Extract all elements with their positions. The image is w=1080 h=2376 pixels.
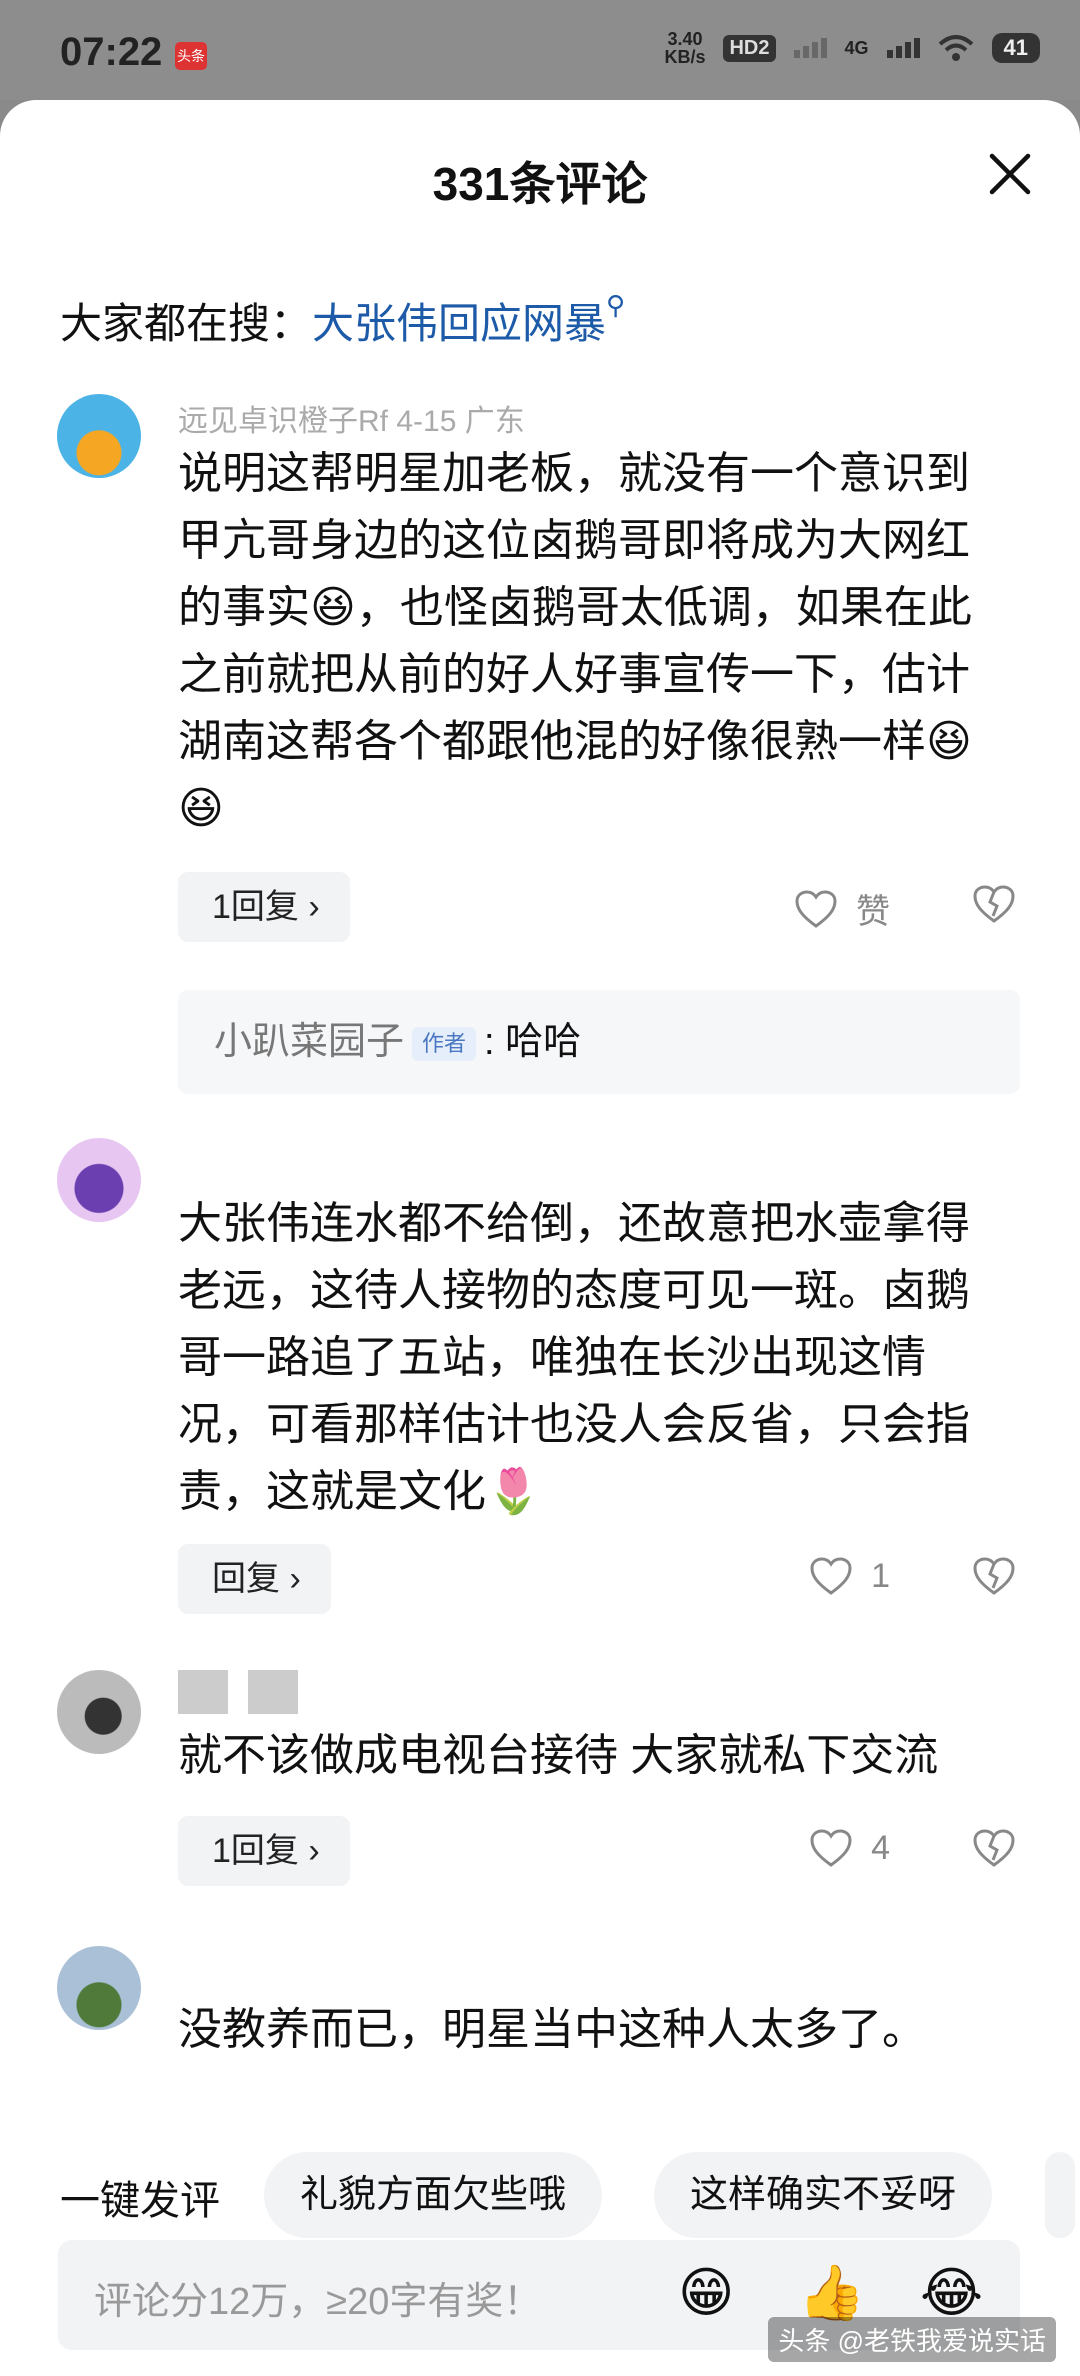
avatar[interactable] [57,1670,141,1754]
blurred-name [178,1670,228,1714]
quick-reply-chip-partial[interactable] [1045,2152,1075,2238]
search-icon: ⚲ [606,290,626,320]
comment-input-placeholder: 评论分12万，≥20字有奖！ [94,2281,542,2323]
like-count: 1 [871,1556,890,1595]
status-time: 07:22 [60,30,163,74]
like-button[interactable]: 赞 [794,884,890,933]
heart-icon [810,1829,852,1867]
app-notification-icon: 头条 [175,42,207,70]
comment-meta[interactable]: 远见卓识橙子Rf 4-15 广东 [178,396,525,440]
quick-reply-chip[interactable]: 这样确实不妥呀 [654,2152,993,2238]
dislike-icon[interactable] [972,884,1016,924]
close-icon[interactable] [986,150,1034,198]
avatar[interactable] [57,1946,141,2030]
dislike-icon[interactable] [972,1556,1016,1596]
like-button[interactable]: 4 [809,1828,890,1868]
laugh-cry-emoji-icon[interactable]: 😂 [920,2266,983,2320]
comments-sheet: 331条评论 大家都在搜：大张伟回应网暴⚲ 远见卓识橙子Rf 4-15 广东 说… [0,100,1080,2376]
like-label: 赞 [856,893,890,931]
heart-icon [810,1557,852,1595]
comment-text: 大张伟连水都不给倒，还故意把水壶拿得老远，这待人接物的态度可见一斑。卤鹅哥一路追… [178,1199,970,1516]
sub-reply[interactable]: 小趴菜园子 作者: 哈哈 [178,990,1020,1094]
comment-meta[interactable] [178,1670,318,1722]
sub-reply-author[interactable]: 小趴菜园子 [214,1021,404,1063]
trending-search-label: 大家都在搜： [60,300,313,347]
like-button[interactable]: 1 [809,1556,890,1596]
hd-icon: HD2 [723,34,776,62]
avatar[interactable] [57,1138,141,1222]
reply-button[interactable]: 回复 › [178,1544,331,1614]
dislike-icon[interactable] [972,1828,1016,1868]
avatar[interactable] [57,394,141,478]
reply-button[interactable]: 1回复 › [178,872,350,942]
blurred-name [248,1670,298,1714]
quick-reply-bar: 一键发评 礼貌方面欠些哦 这样确实不妥呀 [0,2140,1080,2250]
network-type: 4G [844,37,869,58]
watermark: 头条 @老铁我爱说实话 [768,2317,1056,2362]
comment-text: 就不该做成电视台接待 大家就私下交流 [178,1731,939,1780]
status-bar: 07:22 头条 3.40 KB/s HD2 4G 41 [0,0,1080,100]
wifi-icon [938,35,973,61]
like-count: 4 [871,1828,890,1867]
quick-reply-chip[interactable]: 礼貌方面欠些哦 [264,2152,603,2238]
heart-icon [795,889,837,928]
sub-reply-text: : 哈哈 [484,1021,582,1063]
quick-reply-label: 一键发评 [60,2179,220,2223]
comment-text: 没教养而已，明星当中这种人太多了。 [178,2005,926,2054]
grin-emoji-icon[interactable]: 😁 [678,2266,734,2320]
author-badge: 作者 [412,1026,477,1061]
sheet-title: 331条评论 [432,158,648,210]
net-speed: 3.40 KB/s [664,29,706,67]
status-icons: 3.40 KB/s HD2 4G 41 [664,30,1040,66]
battery-icon: 41 [991,33,1040,63]
signal-icon-2 [886,38,920,58]
reply-button[interactable]: 1回复 › [178,1816,350,1886]
comment-text: 说明这帮明星加老板，就没有一个意识到甲亢哥身边的这位卤鹅哥即将成为大网红的事实😆… [178,449,972,833]
trending-search: 大家都在搜：大张伟回应网暴⚲ [60,290,625,351]
thumbs-up-emoji-icon[interactable]: 👍 [798,2266,865,2320]
signal-icon [793,38,827,58]
trending-search-link[interactable]: 大张伟回应网暴⚲ [312,290,625,347]
